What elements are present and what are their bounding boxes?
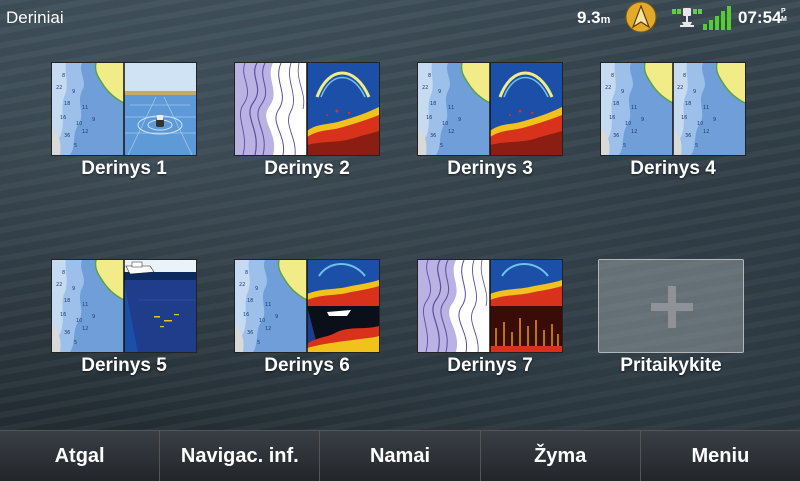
gps-satellite-icon [672,8,702,27]
combo-thumbnail [417,62,563,156]
combo-tile-label: Derinys 7 [447,355,533,376]
combo-tile-label: Derinys 2 [264,158,350,179]
combo-thumbnail [51,62,197,156]
combo-thumbnail [417,259,563,353]
bottom-nav-bar: Atgal Navigac. inf. Namai Žyma Meniu [0,430,800,481]
combo-thumbnail [234,259,380,353]
page-title: Deriniai [6,8,64,27]
combo-tile-5[interactable]: Derinys 5 [51,259,197,399]
plus-icon [651,286,693,328]
depth-unit: m [600,14,611,26]
menu-button[interactable]: Meniu [641,431,800,481]
status-bar: Deriniai 9.3m 07:54 PM [0,0,800,34]
combo-tile-2[interactable]: Derinys 2 [234,62,380,202]
combo-tile-label: Derinys 4 [630,158,716,179]
combo-tile-6[interactable]: Derinys 6 [234,259,380,399]
customize-tile[interactable]: Pritaikykite [598,259,744,399]
combo-thumbnail [51,259,197,353]
combo-thumbnail [234,62,380,156]
customize-label: Pritaikykite [620,355,722,376]
back-button[interactable]: Atgal [0,431,161,481]
signal-strength-icon [703,6,731,30]
combo-tile-3[interactable]: Derinys 3 [417,62,563,202]
mark-button[interactable]: Žyma [481,431,641,481]
nav-info-button[interactable]: Navigac. inf. [160,431,321,481]
clock-time: 07:54 [738,8,782,27]
combo-thumbnail [600,62,746,156]
clock-ampm: PM [781,8,787,23]
combo-tile-label: Derinys 5 [81,355,167,376]
combo-tile-4[interactable]: Derinys 4 [600,62,746,202]
combo-tile-label: Derinys 3 [447,158,533,179]
home-button[interactable]: Namai [320,431,481,481]
navigation-arrow-icon[interactable] [625,1,657,33]
combo-tile-label: Derinys 6 [264,355,350,376]
combo-tile-1[interactable]: Derinys 1 [51,62,197,202]
combo-tile-7[interactable]: Derinys 7 [417,259,563,399]
combo-tile-label: Derinys 1 [81,158,167,179]
depth-value: 9.3 [577,8,601,27]
depth-readout: 9.3m [577,8,610,28]
customize-box[interactable] [598,259,744,353]
